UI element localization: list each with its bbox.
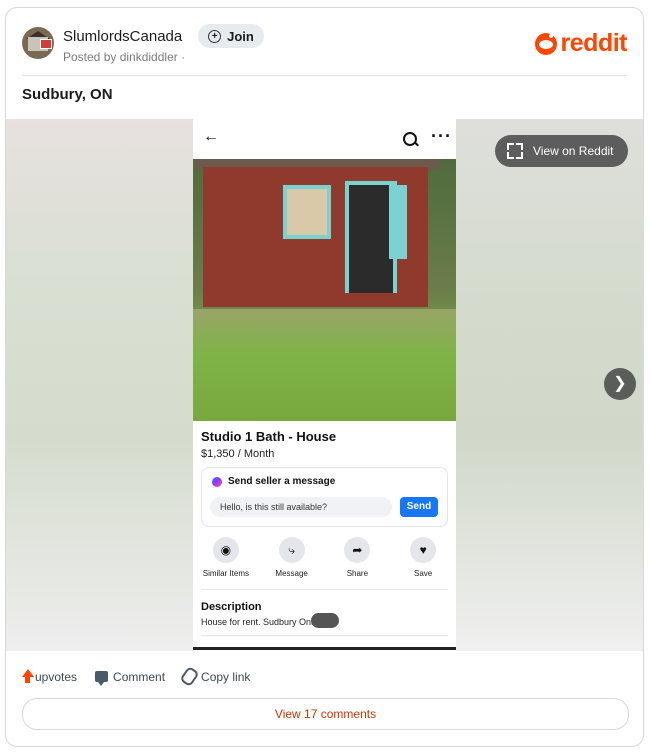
subreddit-avatar[interactable] [22, 27, 54, 59]
messenger-icon [212, 476, 222, 487]
description-text: House for rent. Sudbury Ontario [201, 617, 329, 627]
action-share: ➦ Share [326, 537, 388, 585]
bell-icon: ◉ [212, 537, 239, 563]
more-icon: ··· [431, 126, 452, 146]
expand-icon [507, 143, 523, 159]
message-heading-text: Send seller a message [228, 476, 336, 487]
copy-link-label: Copy link [201, 669, 251, 684]
comment-label: Comment [113, 669, 166, 684]
action-save: ♥ Save [392, 537, 454, 585]
listing-photo [193, 159, 456, 421]
reddit-logo[interactable]: reddit [534, 29, 628, 58]
boarded-window [283, 185, 331, 239]
description-divider [201, 589, 448, 590]
join-label: Join [227, 28, 254, 44]
action-label: Share [346, 569, 369, 578]
post-actions: upvotes Comment Copy link [22, 665, 251, 688]
post-title[interactable]: Sudbury, ON [22, 86, 113, 103]
messenger-icon: ⤷ [278, 537, 305, 563]
comment-button[interactable]: Comment [95, 669, 166, 686]
back-arrow-icon: ← [203, 128, 219, 145]
marketplace-top-bar: ← ··· [193, 119, 456, 159]
open-door [389, 185, 407, 259]
send-button: Send [400, 497, 438, 517]
view-comments-button[interactable]: View 17 comments [22, 698, 629, 730]
loading-indicator [311, 613, 339, 628]
join-button[interactable]: + Join [198, 24, 264, 48]
action-label: Message [275, 569, 308, 578]
listing-actions: ◉ Similar Items ⤷ Message ➦ Share ♥ Save [193, 537, 456, 585]
plus-icon: + [208, 29, 222, 43]
share-icon: ➦ [344, 537, 371, 563]
action-similar-items: ◉ Similar Items [195, 537, 257, 585]
view-on-reddit-label: View on Reddit [533, 144, 614, 158]
description-heading: Description [201, 601, 262, 613]
reddit-embed-card: SlumlordsCanada Posted by dinkdiddler · … [5, 7, 644, 747]
message-seller-box: Send seller a message Hello, is this sti… [201, 467, 448, 527]
upvote-icon [22, 668, 34, 683]
header-divider [22, 75, 627, 76]
subreddit-name[interactable]: SlumlordsCanada [63, 28, 182, 45]
message-heading: Send seller a message [212, 476, 335, 487]
action-label: Similar Items [202, 569, 249, 578]
view-on-reddit-button[interactable]: View on Reddit [495, 135, 628, 167]
search-icon [403, 132, 417, 146]
upvote-button[interactable]: upvotes [22, 668, 78, 684]
reddit-wordmark: reddit [560, 29, 628, 57]
comment-icon [95, 671, 109, 686]
copy-link-button[interactable]: Copy link [179, 665, 251, 688]
snoo-icon [534, 32, 557, 55]
bookmark-icon: ♥ [410, 537, 437, 563]
listing-price: $1,350 / Month [201, 448, 275, 460]
description-divider-bottom [201, 635, 448, 636]
message-input: Hello, is this still available? [210, 497, 392, 517]
next-image-button[interactable]: ❯ [604, 368, 636, 400]
upvote-label: upvotes [35, 669, 78, 684]
listing-title: Studio 1 Bath - House [201, 429, 337, 444]
blurred-background-left [6, 119, 194, 651]
posted-by: Posted by dinkdiddler · [63, 50, 186, 64]
grass-yard [193, 309, 456, 421]
action-label: Save [414, 569, 433, 578]
link-icon [179, 665, 200, 688]
marketplace-screenshot: ← ··· Studio 1 Bath - House $1,350 / Mon… [193, 119, 456, 651]
media-gallery[interactable]: ← ··· Studio 1 Bath - House $1,350 / Mon… [6, 119, 643, 651]
screenshot-bottom-border [193, 647, 456, 650]
action-message: ⤷ Message [261, 537, 323, 585]
